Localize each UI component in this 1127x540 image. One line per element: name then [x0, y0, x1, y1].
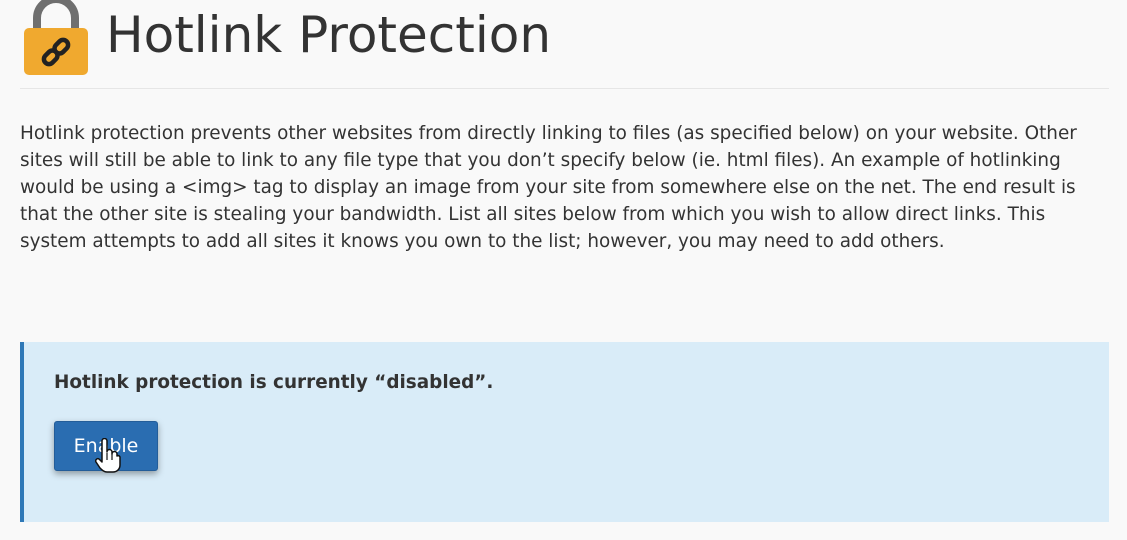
page-title: Hotlink Protection [106, 6, 552, 64]
padlock-link-icon [24, 0, 88, 75]
enable-button[interactable]: Enable [54, 421, 158, 471]
status-message: Hotlink protection is currently “disable… [54, 372, 494, 393]
page-header: Hotlink Protection [20, 0, 1109, 89]
status-alert: Hotlink protection is currently “disable… [20, 342, 1109, 522]
hotlink-protection-page: Hotlink Protection Hotlink protection pr… [0, 0, 1127, 540]
page-description: Hotlink protection prevents other websit… [20, 123, 1077, 252]
